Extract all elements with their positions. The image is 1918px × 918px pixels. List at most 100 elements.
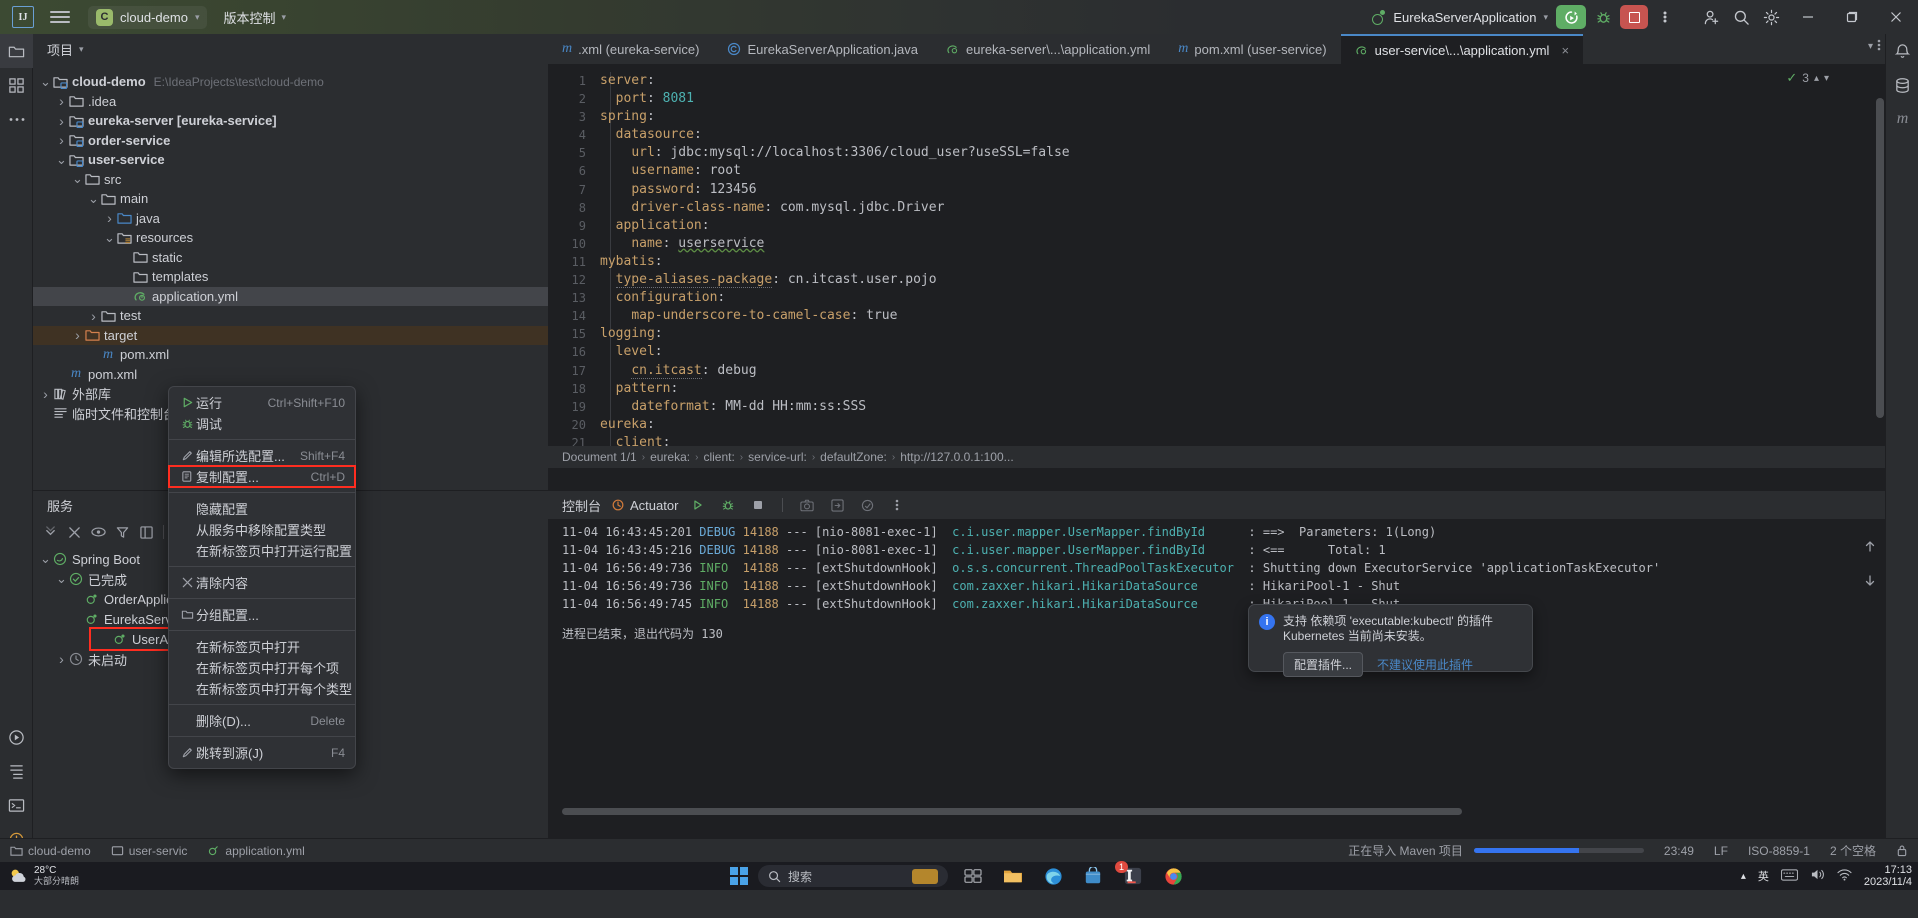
breadcrumb-item[interactable]: http://127.0.0.1:100... (900, 450, 1013, 464)
chevron-right-icon[interactable]: › (55, 651, 68, 667)
status-project[interactable]: cloud-demo (0, 844, 101, 858)
status-file[interactable]: application.yml (197, 844, 314, 858)
context-menu-item-2[interactable]: 编辑所选配置... Shift+F4 (169, 445, 355, 466)
maven-icon[interactable]: m (1886, 102, 1918, 136)
editor-tab-2[interactable]: eureka-server\...\application.yml (932, 34, 1164, 64)
breadcrumb-item[interactable]: eureka: (650, 450, 690, 464)
context-menu-item-6[interactable]: 在新标签页中打开运行配置 (169, 540, 355, 561)
more-icon[interactable] (887, 495, 907, 515)
run-configuration-selector[interactable]: EurekaServerApplication ▾ (1372, 10, 1548, 25)
context-menu-item-1[interactable]: 调试 (169, 413, 355, 434)
project-selector[interactable]: C cloud-demo ▾ (88, 5, 208, 29)
debug-icon[interactable] (718, 495, 738, 515)
close-tab-icon[interactable]: × (1561, 43, 1569, 58)
taskbar-search[interactable]: 搜索 (758, 865, 948, 887)
status-module[interactable]: user-servic (101, 844, 198, 858)
filter-icon[interactable] (111, 521, 133, 543)
project-tool-icon[interactable] (0, 34, 33, 68)
chevron-down-icon[interactable]: ⌄ (39, 75, 52, 88)
tree-item-order-service[interactable]: › order-service (33, 131, 548, 151)
intellij-icon[interactable]: 1 (1115, 861, 1148, 888)
breadcrumb-item[interactable]: client: (703, 450, 734, 464)
tree-item-pom.xml[interactable]: m pom.xml (33, 345, 548, 365)
breadcrumb-item[interactable]: defaultZone: (820, 450, 887, 464)
project-tree[interactable]: ⌄ cloud-demo E:\IdeaProjects\test\cloud-de… (33, 64, 548, 423)
context-menu-item-10[interactable]: 在新标签页中打开每个项 (169, 657, 355, 678)
tree-item-eureka-servereureka-service[interactable]: › eureka-server [eureka-service] (33, 111, 548, 131)
tree-item-target[interactable]: › target (33, 325, 548, 345)
console-output[interactable]: 11-04 16:43:45:201 DEBUG 14188 --- [nio-… (548, 519, 1885, 819)
tray-language[interactable]: 英 (1758, 868, 1769, 884)
status-lock-icon[interactable] (1886, 844, 1918, 857)
tree-item-cloud-demo[interactable]: ⌄ cloud-demo E:\IdeaProjects\test\cloud-de… (33, 72, 548, 92)
file-explorer-icon[interactable] (998, 864, 1028, 888)
tab-more-icon[interactable] (1877, 38, 1881, 55)
breadcrumb-item[interactable]: Document 1/1 (562, 450, 637, 464)
layout-icon[interactable] (135, 521, 157, 543)
chevron-up-icon[interactable]: ▴ (1814, 73, 1819, 84)
scroll-down-icon[interactable] (1863, 574, 1877, 591)
project-panel-header[interactable]: 项目 ▾ (33, 34, 548, 64)
chevron-right-icon[interactable]: › (55, 93, 68, 109)
console-horizontal-scrollbar[interactable] (562, 808, 1462, 815)
inspection-badge[interactable]: ✓ 3 ▴ ▾ (1786, 70, 1829, 86)
breadcrumb-item[interactable]: service-url: (748, 450, 807, 464)
editor-tab-0[interactable]: m .xml (eureka-service) (548, 34, 713, 64)
tree-item-static[interactable]: static (33, 248, 548, 268)
add-user-icon[interactable] (1696, 4, 1726, 30)
context-menu-item-7[interactable]: 清除内容 (169, 572, 355, 593)
structure-tool-icon[interactable] (0, 754, 33, 788)
context-menu-item-13[interactable]: 跳转到源(J) F4 (169, 742, 355, 763)
camera-icon[interactable] (797, 495, 817, 515)
code-editor[interactable]: 12345678910111213141516171819202122 serv… (548, 64, 1885, 468)
vcs-menu[interactable]: 版本控制 ▾ (223, 8, 286, 27)
gear-icon[interactable] (1756, 4, 1786, 30)
context-menu-item-11[interactable]: 在新标签页中打开每个类型 (169, 678, 355, 699)
more-actions-icon[interactable] (1650, 4, 1680, 30)
chevron-down-icon[interactable]: ⌄ (87, 192, 100, 205)
tree-item-resources[interactable]: ⌄ resources (33, 228, 548, 248)
tree-item-java[interactable]: › java (33, 209, 548, 229)
tray-wifi-icon[interactable] (1837, 868, 1852, 884)
tree-item-templates[interactable]: templates (33, 267, 548, 287)
minimize-icon[interactable] (1786, 0, 1830, 34)
status-indent[interactable]: 2 个空格 (1820, 842, 1886, 859)
windows-start-icon[interactable] (730, 867, 748, 885)
chrome-icon[interactable] (1158, 864, 1188, 888)
context-menu-item-9[interactable]: 在新标签页中打开 (169, 636, 355, 657)
editor-tab-1[interactable]: EurekaServerApplication.java (713, 34, 932, 64)
context-menu-item-5[interactable]: 从服务中移除配置类型 (169, 519, 355, 540)
editor-tab-3[interactable]: m pom.xml (user-service) (1164, 34, 1340, 64)
tree-item-.idea[interactable]: › .idea (33, 92, 548, 112)
debug-button[interactable] (1590, 5, 1616, 29)
context-menu[interactable]: 运行 Ctrl+Shift+F10 调试 编辑所选配置... Shift+F4 复制配置.… (168, 386, 356, 769)
chevron-down-icon[interactable]: ⌄ (55, 153, 68, 166)
store-icon[interactable] (1078, 864, 1108, 888)
commit-tool-icon[interactable] (0, 68, 33, 102)
chevron-down-icon[interactable]: ▾ (1824, 73, 1829, 84)
tree-item-main[interactable]: ⌄ main (33, 189, 548, 209)
chevron-right-icon[interactable]: › (39, 386, 52, 402)
expand-all-icon[interactable] (39, 521, 61, 543)
tree-item-user-service[interactable]: ⌄ user-service (33, 150, 548, 170)
taskbar-clock[interactable]: 17:13 2023/11/4 (1864, 864, 1912, 888)
tree-item-test[interactable]: › test (33, 306, 548, 326)
chevron-right-icon[interactable]: › (71, 327, 84, 343)
context-menu-item-3[interactable]: 复制配置... Ctrl+D (168, 465, 356, 488)
maximize-icon[interactable] (1830, 0, 1874, 34)
hide-icon[interactable] (87, 521, 109, 543)
tree-item-application.yml[interactable]: application.yml (33, 286, 548, 306)
chevron-right-icon[interactable]: › (87, 308, 100, 324)
tab-list-chevron-icon[interactable]: ▾ (1868, 41, 1873, 52)
breadcrumb[interactable]: Document 1/1 › eureka: › client: › service-url… (548, 446, 1885, 468)
tab-console[interactable]: 控制台 (562, 496, 601, 515)
database-icon[interactable] (1886, 68, 1918, 102)
chevron-down-icon[interactable]: ⌄ (71, 172, 84, 185)
edge-icon[interactable] (1038, 864, 1068, 888)
stop-icon[interactable] (748, 495, 768, 515)
context-menu-item-12[interactable]: 删除(D)... Delete (169, 710, 355, 731)
task-view-icon[interactable] (958, 864, 988, 888)
status-encoding[interactable]: ISO-8859-1 (1738, 844, 1820, 858)
stop-button[interactable] (1620, 5, 1648, 29)
intellij-idea-icon[interactable]: IJ (12, 6, 34, 28)
